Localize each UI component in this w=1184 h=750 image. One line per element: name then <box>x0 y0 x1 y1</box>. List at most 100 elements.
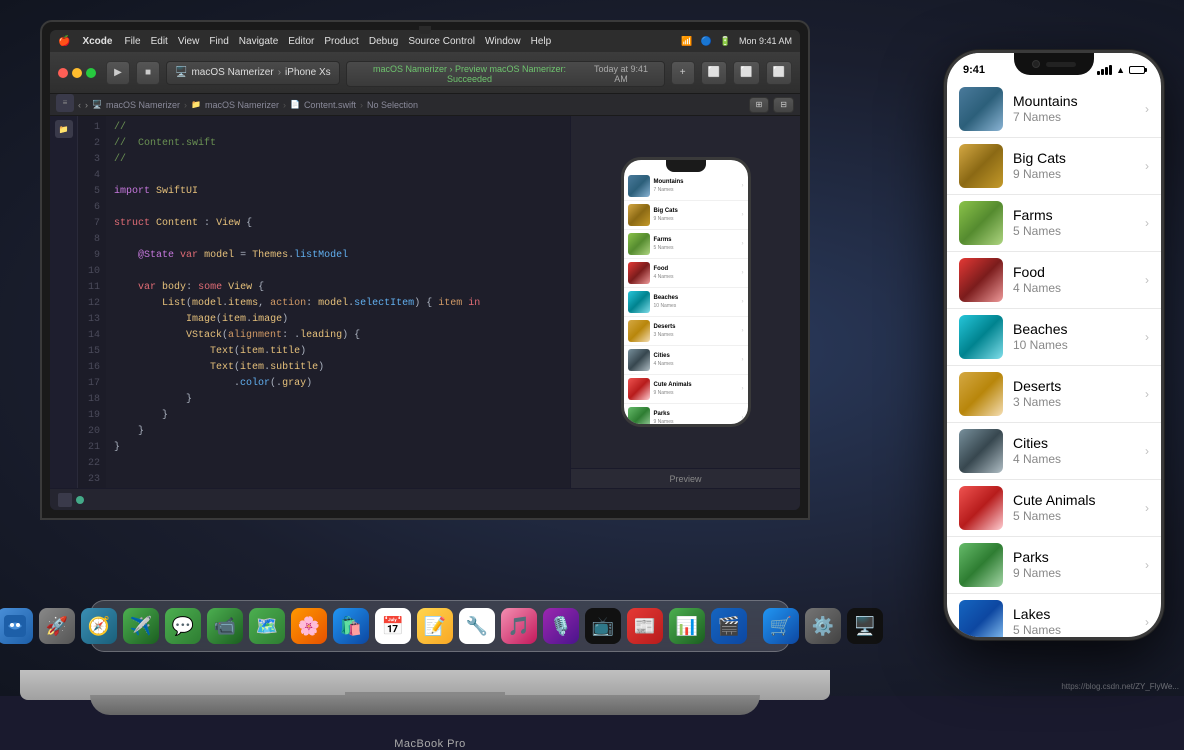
run-button[interactable]: ▶ <box>106 61 130 85</box>
dock-terminal[interactable]: 🖥️ <box>847 608 883 644</box>
dock-notes[interactable]: 📝 <box>417 608 453 644</box>
grid-view-btn[interactable]: ⊞ <box>749 97 770 113</box>
list-view-btn[interactable]: ⊟ <box>773 97 794 113</box>
dock-messages[interactable]: 💬 <box>165 608 201 644</box>
device-name: iPhone Xs <box>285 67 331 78</box>
navigator-icon[interactable]: ≡ <box>56 94 74 112</box>
iphone-volume-up-button[interactable] <box>944 173 947 208</box>
dock-facetime[interactable]: 📹 <box>207 608 243 644</box>
dock-safari[interactable]: 🧭 <box>81 608 117 644</box>
preview-thumb <box>628 407 650 424</box>
breadcrumb-3[interactable]: Content.swift <box>304 100 356 110</box>
iphone-list-item-farms[interactable]: Farms 5 Names › <box>947 195 1161 252</box>
dock-appletv[interactable]: 📺 <box>585 608 621 644</box>
iphone-power-button[interactable] <box>1161 153 1164 203</box>
iphone-list-item-cuteanimals[interactable]: Cute Animals 5 Names › <box>947 480 1161 537</box>
iphone-notch <box>1014 53 1094 75</box>
list-text: Lakes 5 Names <box>1013 605 1135 637</box>
chevron-right-icon: › <box>278 67 281 78</box>
list-title: Cute Animals <box>1013 491 1135 509</box>
list-text: Cities 4 Names <box>1013 434 1135 468</box>
iphone-list-item-cities[interactable]: Cities 4 Names › <box>947 423 1161 480</box>
list-thumb-mountains <box>959 87 1003 131</box>
list-title: Mountains <box>1013 92 1135 110</box>
dock-finder[interactable] <box>0 608 33 644</box>
dock-appstore2[interactable]: 🛒 <box>763 608 799 644</box>
iphone-volume-down-button[interactable] <box>944 218 947 253</box>
breadcrumb-1[interactable]: macOS Namerizer <box>106 100 180 110</box>
dock-maps[interactable]: ✈️ <box>123 608 159 644</box>
stop-button[interactable]: ■ <box>136 61 160 85</box>
menu-product[interactable]: Product <box>324 36 358 47</box>
menu-view[interactable]: View <box>178 36 200 47</box>
breadcrumb-nav-fwd[interactable]: › <box>85 100 88 110</box>
menu-debug[interactable]: Debug <box>369 36 398 47</box>
list-chevron: › <box>1145 387 1149 401</box>
menu-window[interactable]: Window <box>485 36 521 47</box>
preview-thumb <box>628 204 650 226</box>
dock-reminders[interactable]: 🔧 <box>459 608 495 644</box>
iphone-screen: 9:41 ▲ Mountains <box>947 53 1161 637</box>
iphone-list-item-food[interactable]: Food 4 Names › <box>947 252 1161 309</box>
dock-podcasts[interactable]: 🎙️ <box>543 608 579 644</box>
list-text: Food 4 Names <box>1013 263 1135 297</box>
dock-maps2[interactable]: 🗺️ <box>249 608 285 644</box>
code-text[interactable]: // // Content.swift // import SwiftUI st… <box>106 116 570 488</box>
list-subtitle: 7 Names <box>1013 110 1135 126</box>
iphone-list-item-bigcats[interactable]: Big Cats 9 Names › <box>947 138 1161 195</box>
preview-panel: Mountains 7 Names › <box>570 116 800 488</box>
iphone-list-item-deserts[interactable]: Deserts 3 Names › <box>947 366 1161 423</box>
macbook-camera <box>419 26 431 34</box>
dock-launchpad[interactable]: 🚀 <box>39 608 75 644</box>
breadcrumb-2[interactable]: macOS Namerizer <box>205 100 279 110</box>
preview-thumb <box>628 175 650 197</box>
app-menu-xcode[interactable]: Xcode <box>82 36 112 47</box>
preview-thumb <box>628 349 650 371</box>
menu-file[interactable]: File <box>124 36 140 47</box>
iphone-list-item-parks[interactable]: Parks 9 Names › <box>947 537 1161 594</box>
menu-editor[interactable]: Editor <box>288 36 314 47</box>
code-editor[interactable]: 12345 678910 1112131415 1617181920 21222… <box>78 116 570 488</box>
iphone-mute-button[interactable] <box>944 133 947 158</box>
menu-edit[interactable]: Edit <box>151 36 168 47</box>
close-button[interactable] <box>58 68 68 78</box>
clock: Mon 9:41 AM <box>739 36 792 46</box>
menu-find[interactable]: Find <box>209 36 228 47</box>
add-button[interactable]: + <box>671 61 695 85</box>
project-navigator-icon[interactable]: 📁 <box>55 120 73 138</box>
breadcrumb-bar: ≡ ‹ › 🖥️ macOS Namerizer › 📁 macOS Namer… <box>50 94 800 116</box>
menu-help[interactable]: Help <box>531 36 552 47</box>
preview-thumb <box>628 320 650 342</box>
layout-button-1[interactable]: ⬜ <box>701 61 727 85</box>
list-chevron: › <box>1145 216 1149 230</box>
dock-keynote[interactable]: 🎬 <box>711 608 747 644</box>
iphone-earpiece <box>1046 62 1076 67</box>
navigator-sidebar: 📁 <box>50 116 78 488</box>
iphone-list-item-lakes[interactable]: Lakes 5 Names › <box>947 594 1161 637</box>
list-title: Big Cats <box>1013 149 1135 167</box>
dock-calendar[interactable]: 📅 <box>375 608 411 644</box>
minimize-button[interactable] <box>72 68 82 78</box>
dock-appstore[interactable]: 🛍️ <box>333 608 369 644</box>
preview-list-item: Beaches 10 Names › <box>624 288 748 317</box>
maximize-button[interactable] <box>86 68 96 78</box>
xcode-toolbar: ▶ ■ 🖥️ macOS Namerizer › iPhone Xs macOS… <box>50 52 800 94</box>
inspector-button[interactable]: ⬜ <box>766 61 792 85</box>
iphone-list-item-beaches[interactable]: Beaches 10 Names › <box>947 309 1161 366</box>
scheme-selector[interactable]: 🖥️ macOS Namerizer › iPhone Xs <box>166 61 340 85</box>
menu-navigate[interactable]: Navigate <box>239 36 278 47</box>
dock-numbers[interactable]: 📊 <box>669 608 705 644</box>
menu-source-control[interactable]: Source Control <box>408 36 475 47</box>
breadcrumb-nav-back[interactable]: ‹ <box>78 100 81 110</box>
dock-bar: 🚀 🧭 ✈️ 💬 📹 🗺️ 🌸 🛍️ 📅 📝 🔧 🎵 🎙️ 📺 📰 📊 🎬 🛒 … <box>90 600 790 655</box>
preview-list-item: Deserts 3 Names › <box>624 317 748 346</box>
dock-news[interactable]: 📰 <box>627 608 663 644</box>
iphone-list-item-mountains[interactable]: Mountains 7 Names › <box>947 81 1161 138</box>
layout-button-2[interactable]: ⬜ <box>733 61 759 85</box>
status-pill: macOS Namerizer › Preview macOS Namerize… <box>346 61 665 87</box>
dock-itunes[interactable]: 🎵 <box>501 608 537 644</box>
dock-sysprefs[interactable]: ⚙️ <box>805 608 841 644</box>
apple-menu[interactable]: 🍎 <box>58 36 70 47</box>
breadcrumb-icon-3: 📄 <box>290 100 300 109</box>
dock-photos[interactable]: 🌸 <box>291 608 327 644</box>
